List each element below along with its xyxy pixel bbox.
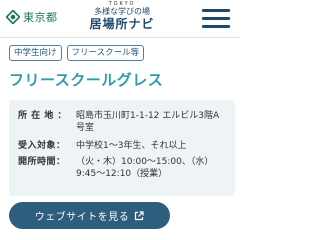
hours-label: 開所時間： — [18, 157, 66, 167]
target-label: 受入対象： — [18, 141, 66, 151]
gov-name: 東京都 — [23, 11, 58, 24]
hours-row: 開所時間： （火・木）10:00〜15:00、（水）9:45〜12:10（授業） — [18, 156, 226, 180]
tag-junior-high[interactable]: 中学生向け — [9, 45, 62, 61]
site-logo-title: 居場所ナビ — [89, 17, 155, 31]
address-label: 所 在 地 ： — [18, 111, 67, 121]
site-logo-middle: 多様な学びの場 — [94, 7, 150, 16]
website-button[interactable]: ウェブサイトを見る — [9, 202, 170, 229]
site-header: 東京都 TOKYO 多様な学びの場 居場所ナビ — [0, 0, 240, 38]
tokyo-gov-logo[interactable]: 東京都 — [6, 9, 58, 25]
address-value: 昭島市玉川町1-1-12 エルビル3階A号室 — [76, 111, 220, 133]
tag-list: 中学生向け フリースクール等 — [9, 45, 145, 61]
page-title: フリースクールグレス — [9, 71, 164, 89]
info-box: 所 在 地 ： 昭島市玉川町1-1-12 エルビル3階A号室 受入対象： 中学校… — [9, 100, 235, 196]
tokyo-gov-mark-icon — [6, 10, 20, 24]
header-divider — [0, 37, 240, 38]
hours-value: （火・木）10:00〜15:00、（水）9:45〜12:10（授業） — [76, 157, 214, 179]
address-row: 所 在 地 ： 昭島市玉川町1-1-12 エルビル3階A号室 — [18, 110, 226, 134]
tag-free-school[interactable]: フリースクール等 — [66, 45, 145, 61]
target-value: 中学校1〜3年生、それ以上 — [76, 141, 187, 151]
site-logo[interactable]: TOKYO 多様な学びの場 居場所ナビ — [74, 1, 170, 35]
hamburger-menu-icon[interactable] — [202, 8, 230, 28]
external-link-icon — [135, 210, 144, 220]
website-button-label: ウェブサイトを見る — [34, 212, 130, 223]
target-row: 受入対象： 中学校1〜3年生、それ以上 — [18, 140, 226, 152]
